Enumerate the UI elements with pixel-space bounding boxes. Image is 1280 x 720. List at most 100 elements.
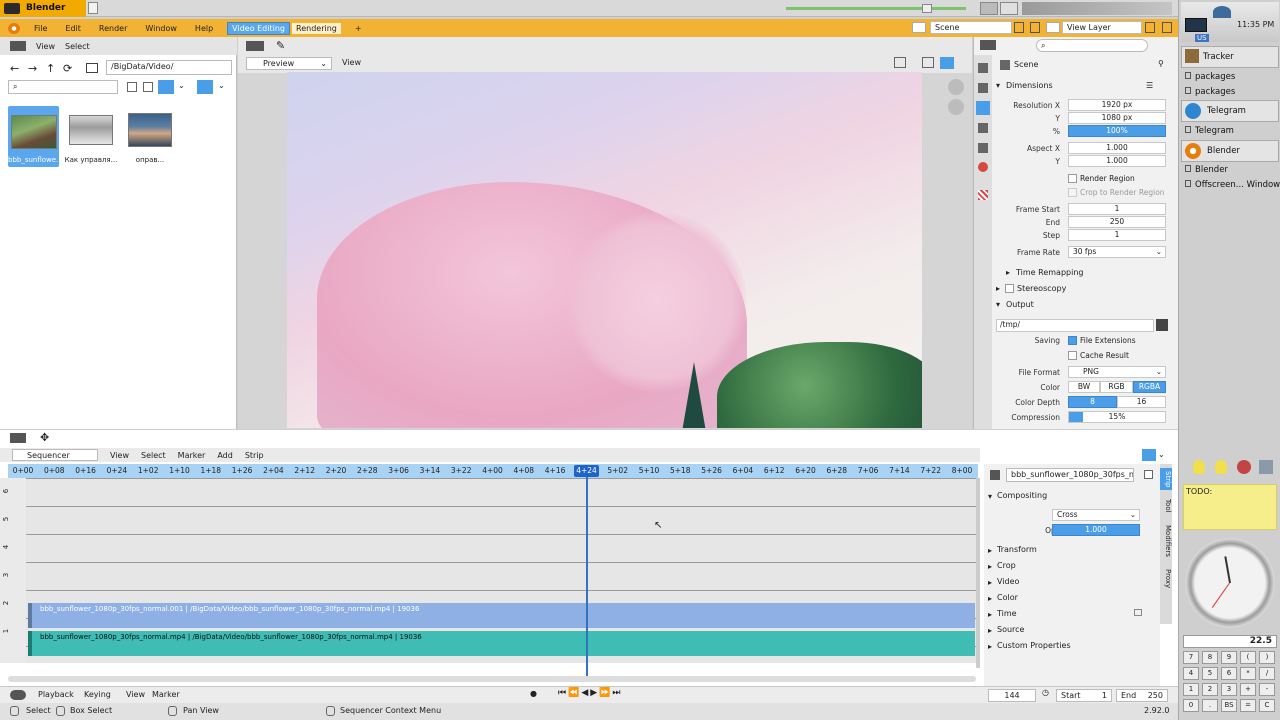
editor-type-icon[interactable] bbox=[246, 41, 264, 51]
vertical-scrollbar[interactable] bbox=[976, 478, 980, 668]
keyboard-layout-indicator[interactable]: US bbox=[1195, 34, 1209, 42]
file-name-1[interactable]: bbb_sunflowe... bbox=[8, 156, 63, 164]
taskbar-item-packages-2[interactable]: packages bbox=[1185, 87, 1235, 97]
next-keyframe-icon[interactable]: ⏩ bbox=[599, 688, 612, 698]
frame-step-field[interactable]: 1 bbox=[1068, 229, 1166, 241]
app-launcher-icon[interactable] bbox=[1237, 460, 1251, 474]
back-arrow-icon[interactable]: ← bbox=[10, 62, 19, 75]
dimensions-section-header[interactable]: Dimensions bbox=[1006, 81, 1053, 90]
timeline-ruler[interactable]: 0+00 0+08 0+16 0+24 1+02 1+10 1+18 1+26 2+04 2+12… bbox=[8, 464, 978, 478]
calculator-key[interactable]: 9 bbox=[1221, 651, 1237, 664]
file-thumbnail-2[interactable] bbox=[69, 115, 113, 145]
video-expand-icon[interactable]: ▸ bbox=[988, 578, 992, 587]
playhead-line[interactable] bbox=[586, 466, 588, 682]
calculator-key[interactable]: BS bbox=[1221, 699, 1237, 712]
output-section-header[interactable]: Output bbox=[1006, 300, 1034, 309]
display-thumbnails-icon[interactable] bbox=[158, 80, 174, 94]
render-region-label[interactable]: Render Region bbox=[1080, 174, 1135, 183]
sidebar-tab-tool[interactable]: Tool bbox=[1160, 496, 1172, 516]
file-thumbnail-1[interactable] bbox=[11, 115, 57, 149]
play-reverse-icon[interactable]: ◀ bbox=[581, 688, 590, 698]
filter-options-chevron-icon[interactable]: ⌄ bbox=[218, 81, 225, 90]
menu-edit[interactable]: Edit bbox=[61, 23, 85, 34]
taskbar-item-packages-1[interactable]: packages bbox=[1185, 72, 1235, 82]
color-bw-option[interactable]: BW bbox=[1068, 381, 1100, 393]
preview-menu-view[interactable]: View bbox=[342, 58, 361, 67]
calculator-key[interactable]: + bbox=[1240, 683, 1256, 696]
resolution-y-field[interactable]: 1080 px bbox=[1068, 112, 1166, 124]
keying-menu[interactable]: Keying bbox=[84, 690, 111, 699]
sidebar-tab-modifiers[interactable]: Modifiers bbox=[1160, 522, 1172, 560]
file-name-3[interactable]: оправ... bbox=[124, 156, 176, 164]
video-section-header[interactable]: Video bbox=[997, 577, 1019, 586]
editor-type-icon[interactable] bbox=[10, 433, 26, 443]
display-mode-icon[interactable] bbox=[894, 57, 906, 68]
todo-sticky-note[interactable]: TODO: bbox=[1183, 484, 1277, 530]
seq-menu-marker[interactable]: Marker bbox=[178, 451, 206, 460]
custom-properties-section-header[interactable]: Custom Properties bbox=[997, 641, 1071, 650]
current-frame-field[interactable]: 144 bbox=[988, 689, 1036, 702]
end-frame-field[interactable]: End 250 bbox=[1116, 689, 1168, 702]
calculator-key[interactable]: 3 bbox=[1221, 683, 1237, 696]
workspace-tab-rendering[interactable]: Rendering bbox=[292, 22, 341, 34]
display-list-icon[interactable] bbox=[127, 82, 137, 92]
file-extensions-label[interactable]: File Extensions bbox=[1080, 336, 1136, 345]
clock-time[interactable]: 11:35 PM bbox=[1237, 20, 1274, 29]
workspace-pager-others[interactable] bbox=[1022, 2, 1172, 15]
texture-tab-icon[interactable] bbox=[978, 190, 988, 200]
strip-mute-checkbox[interactable] bbox=[1144, 470, 1153, 479]
source-expand-icon[interactable]: ▸ bbox=[988, 626, 992, 635]
fb-menu-view[interactable]: View bbox=[36, 42, 55, 51]
settings-icon[interactable] bbox=[1259, 460, 1273, 474]
playback-menu[interactable]: Playback bbox=[38, 690, 74, 699]
menu-help[interactable]: Help bbox=[191, 23, 217, 34]
volume-slider[interactable] bbox=[786, 7, 966, 10]
display-options-chevron-icon[interactable]: ⌄ bbox=[178, 81, 185, 90]
jump-end-icon[interactable]: ⏭ bbox=[612, 688, 622, 698]
crop-region-label[interactable]: Crop to Render Region bbox=[1080, 188, 1165, 197]
calculator-key[interactable]: C bbox=[1259, 699, 1275, 712]
color-rgba-option[interactable]: RGBA bbox=[1133, 381, 1166, 393]
blend-dropdown[interactable]: Cross ⌄ bbox=[1052, 509, 1140, 521]
preview-range-clock-icon[interactable]: ◷ bbox=[1042, 688, 1049, 697]
parent-dir-icon[interactable]: ↑ bbox=[46, 62, 55, 75]
file-filter-search[interactable]: ⌕ bbox=[8, 80, 118, 94]
timeline-view-menu[interactable]: View bbox=[126, 690, 145, 699]
window-title[interactable]: Blender bbox=[0, 0, 86, 17]
scene-browse-icon[interactable] bbox=[912, 22, 926, 33]
seq-menu-add[interactable]: Add bbox=[217, 451, 233, 460]
video-strip-channel-1[interactable]: bbb_sunflower_1080p_30fps_normal.mp4 | /… bbox=[28, 631, 975, 656]
calculator-key[interactable]: 4 bbox=[1183, 667, 1199, 680]
calculator-key[interactable]: 2 bbox=[1202, 683, 1218, 696]
calculator-key[interactable]: 6 bbox=[1221, 667, 1237, 680]
time-remapping-subpanel[interactable]: Time Remapping bbox=[1016, 268, 1083, 277]
render-tab-icon[interactable] bbox=[978, 83, 988, 93]
tool-tab-icon[interactable] bbox=[978, 63, 988, 73]
frame-rate-dropdown[interactable]: 30 fps ⌄ bbox=[1068, 246, 1166, 258]
add-workspace-button[interactable]: + bbox=[351, 23, 366, 34]
scene-tab-icon[interactable] bbox=[978, 143, 988, 153]
workspace-pager-2[interactable] bbox=[1000, 2, 1018, 15]
stereoscopy-expand-icon[interactable]: ▸ bbox=[996, 284, 1000, 293]
calculator-key[interactable]: ) bbox=[1259, 651, 1275, 664]
view-type-dropdown[interactable]: Preview ⌄ bbox=[246, 57, 332, 70]
view-layer-tab-icon[interactable] bbox=[978, 123, 988, 133]
calculator-key[interactable]: / bbox=[1259, 667, 1275, 680]
color-expand-icon[interactable]: ▸ bbox=[988, 594, 992, 603]
view-layer-selector[interactable]: View Layer bbox=[1062, 21, 1142, 34]
menu-window[interactable]: Window bbox=[141, 23, 181, 34]
taskbar-item-blender[interactable]: Blender bbox=[1185, 165, 1228, 175]
calculator-key[interactable]: = bbox=[1240, 699, 1256, 712]
editor-type-icon[interactable] bbox=[10, 41, 26, 51]
window-close-icon[interactable] bbox=[88, 2, 98, 14]
calculator-key[interactable]: - bbox=[1259, 683, 1275, 696]
directory-path-field[interactable]: /BigData/Video/ bbox=[106, 60, 232, 75]
volume-slider-handle[interactable] bbox=[922, 4, 932, 13]
sidebar-tab-proxy[interactable]: Proxy bbox=[1160, 566, 1172, 592]
properties-search-field[interactable]: ⌕ bbox=[1036, 39, 1148, 52]
frame-end-field[interactable]: 250 bbox=[1068, 216, 1166, 228]
file-name-2[interactable]: Как управля... bbox=[63, 156, 119, 164]
stereoscopy-section-header[interactable]: Stereoscopy bbox=[1017, 284, 1066, 293]
monitor-icon[interactable] bbox=[1185, 18, 1207, 32]
overlays-icon[interactable] bbox=[940, 57, 954, 69]
